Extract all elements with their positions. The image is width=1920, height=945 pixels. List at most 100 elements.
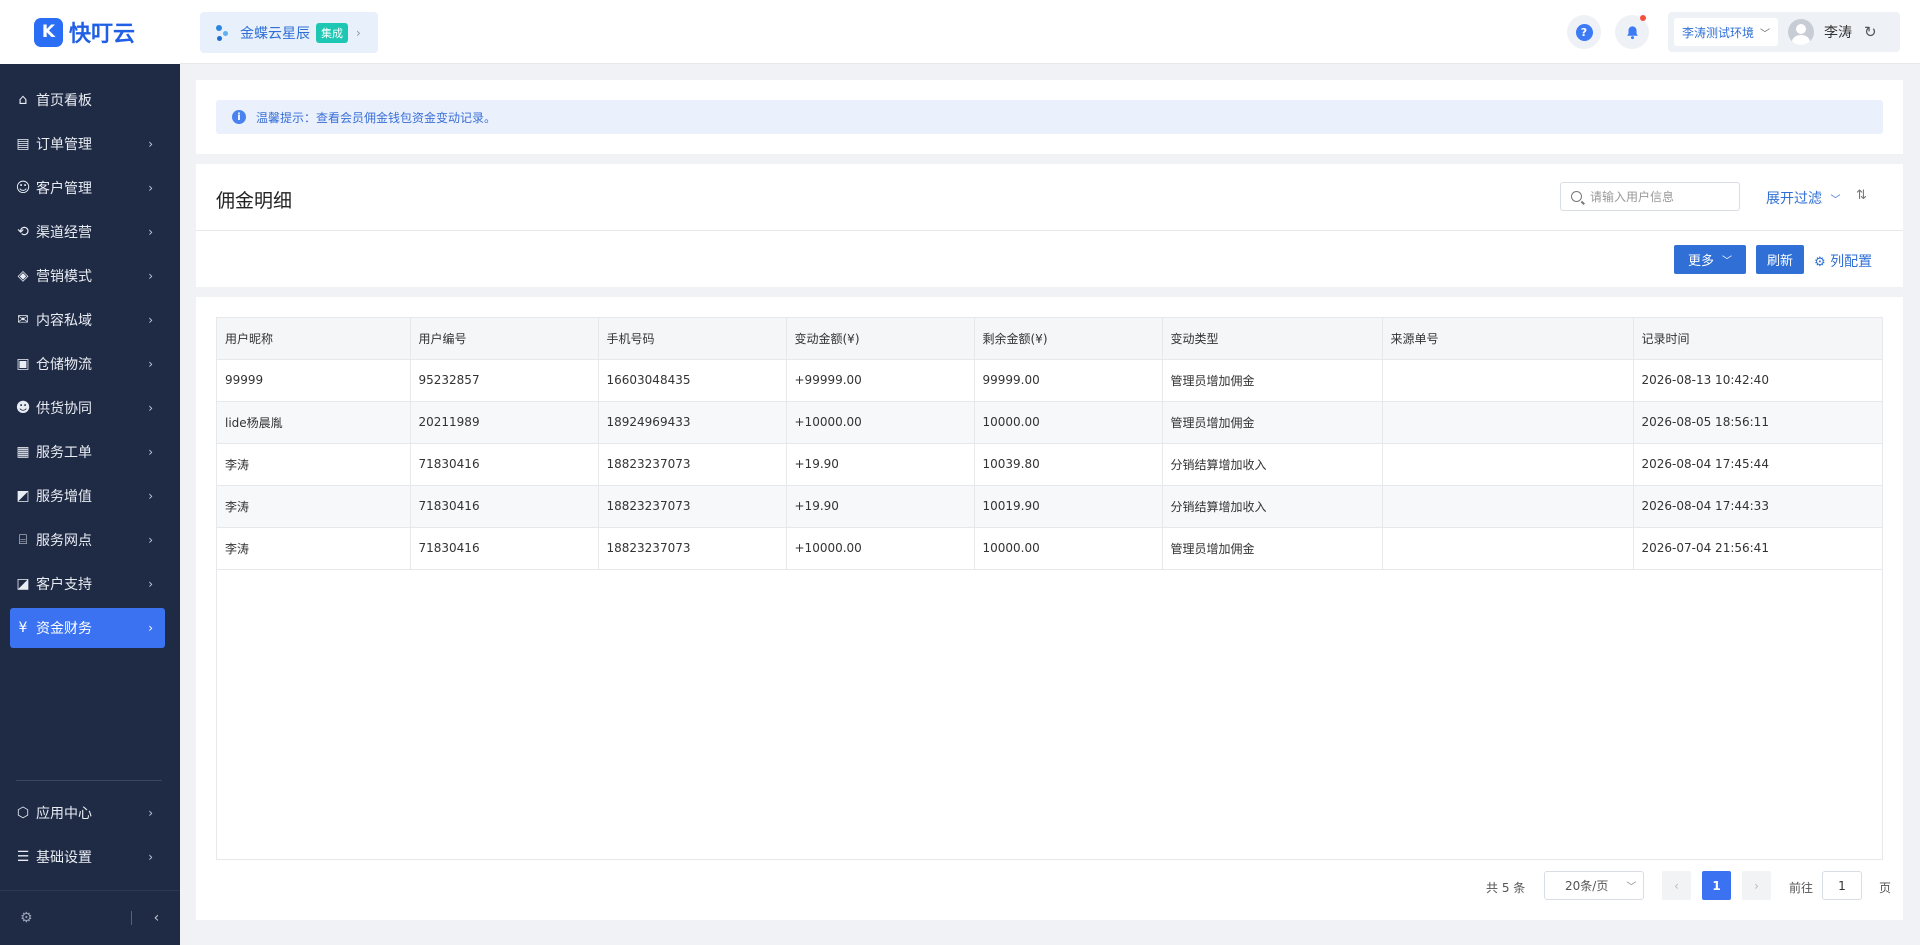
table-cell: 18823237073 [598, 443, 787, 486]
logo-text: 快叮云 [69, 22, 136, 47]
sidebar-item-5[interactable]: ◈ 营销模式 › [10, 256, 165, 296]
table-cell [1382, 485, 1634, 528]
page-number-current[interactable]: 1 [1702, 871, 1731, 900]
table-cell: 20211989 [410, 401, 599, 444]
sidebar-item-label: 服务网点 [36, 533, 92, 549]
sidebar-item-label: 营销模式 [36, 269, 92, 285]
supplier-icon: ☻ [15, 400, 31, 416]
column-header[interactable]: 变动金额(¥) [786, 318, 975, 360]
table-header-row: 用户昵称 用户编号 手机号码 变动金额(¥) 剩余金额(¥) 变动类型 来源单号 记录时间 [217, 318, 1882, 360]
next-page-button[interactable]: › [1742, 871, 1771, 900]
chevron-right-icon: › [148, 225, 153, 239]
data-table-wrapper: 用户昵称 用户编号 手机号码 变动金额(¥) 剩余金额(¥) 变动类型 来源单号 记录时间 9… [216, 317, 1883, 860]
table-cell: 2026-08-04 17:44:33 [1633, 485, 1882, 528]
table-row[interactable]: 李涛 71830416 18823237073 +19.90 10039.80 分销结算增… [217, 443, 1882, 486]
tip-banner: i 温馨提示：查看会员佣金钱包资金变动记录。 [216, 100, 1883, 134]
sidebar-item-12[interactable]: ◪ 客户支持 › [10, 564, 165, 604]
column-header[interactable]: 剩余金额(¥) [974, 318, 1163, 360]
sidebar-item-4[interactable]: ⟲ 渠道经营 › [10, 212, 165, 252]
help-button[interactable]: ? [1567, 15, 1601, 49]
table-cell [1382, 359, 1634, 402]
search-box[interactable] [1560, 182, 1740, 211]
sidebar-item-11[interactable]: ⌸ 服务网点 › [10, 520, 165, 560]
sidebar-item-13[interactable]: ¥ 资金财务 › [10, 608, 165, 648]
sidebar: K 快叮云 ⌂ 首页看板 ▤ 订单管理 › ☺ 客户管理 › ⟲ 渠道经营 › ◈ 营销模式 › ✉ 内容私域… [0, 0, 180, 945]
reload-icon[interactable]: ↻ [1864, 23, 1877, 41]
table-cell: 管理员增加佣金 [1162, 359, 1383, 402]
sidebar-item-10[interactable]: ◩ 服务增值 › [10, 476, 165, 516]
sidebar-item-1[interactable]: ⌂ 首页看板 [10, 80, 165, 120]
chevron-right-icon: › [148, 533, 153, 547]
column-config-button[interactable]: ⚙ 列配置 [1814, 251, 1872, 271]
column-header[interactable]: 记录时间 [1633, 318, 1882, 360]
table-cell: 10000.00 [974, 527, 1163, 570]
sort-icon[interactable]: ⇅ [1856, 188, 1867, 203]
prev-page-button[interactable]: ‹ [1662, 871, 1691, 900]
more-button[interactable]: 更多 ﹀ [1674, 245, 1746, 274]
bell-icon [1626, 25, 1638, 39]
refresh-button[interactable]: 刷新 [1756, 245, 1804, 274]
table-cell: +19.90 [786, 485, 975, 528]
sidebar-item-7[interactable]: ▣ 仓储物流 › [10, 344, 165, 384]
sidebar-item-label: 服务增值 [36, 489, 92, 505]
home-icon: ⌂ [18, 92, 28, 108]
table-row[interactable]: lide杨晨胤 20211989 18924969433 +10000.00 10000… [217, 401, 1882, 444]
user-name[interactable]: 李涛 [1824, 22, 1852, 42]
store-icon: ⌸ [18, 532, 28, 548]
order-icon: ▤ [16, 136, 30, 152]
table-body: 99999 95232857 16603048435 +99999.00 99999.0… [217, 359, 1882, 570]
column-header[interactable]: 来源单号 [1382, 318, 1634, 360]
table-cell: 管理员增加佣金 [1162, 401, 1383, 444]
theme-gear-icon[interactable]: ⚙ [20, 910, 33, 926]
sidebar-item-label: 资金财务 [36, 621, 92, 637]
chevron-right-icon: › [148, 850, 153, 864]
chevron-right-icon: › [148, 445, 153, 459]
ticket-icon: ▦ [16, 444, 30, 460]
chevron-right-icon: › [148, 181, 153, 195]
chevron-right-icon: › [148, 806, 153, 820]
environment-select[interactable]: 李涛测试环境 ﹀ [1674, 18, 1779, 46]
sidebar-item-8[interactable]: ☻ 供货协同 › [10, 388, 165, 428]
table-row[interactable]: 李涛 71830416 18823237073 +19.90 10019.90 分销结算增… [217, 485, 1882, 528]
sidebar-item-9[interactable]: ▦ 服务工单 › [10, 432, 165, 472]
column-header[interactable]: 变动类型 [1162, 318, 1383, 360]
table-cell: 10039.80 [974, 443, 1163, 486]
gear-icon: ⚙ [1814, 255, 1826, 270]
table-row[interactable]: 99999 95232857 16603048435 +99999.00 99999.0… [217, 359, 1882, 402]
avatar[interactable] [1788, 19, 1815, 45]
table-cell: +10000.00 [786, 401, 975, 444]
search-input[interactable] [1590, 189, 1730, 204]
sidebar-footer: ⚙ ‹ [0, 890, 180, 945]
channel-icon: ⟲ [17, 224, 29, 240]
sidebar-item-6[interactable]: ✉ 内容私域 › [10, 300, 165, 340]
sidebar-divider [16, 780, 162, 781]
chevron-right-icon: › [356, 25, 361, 40]
more-label: 更多 [1687, 254, 1714, 269]
tip-panel: i 温馨提示：查看会员佣金钱包资金变动记录。 [196, 80, 1903, 154]
page-size-select[interactable]: 20条/页 ﹀ [1544, 871, 1644, 900]
column-header[interactable]: 用户昵称 [217, 318, 411, 360]
table-cell: 10019.90 [974, 485, 1163, 528]
table-cell: 李涛 [217, 527, 411, 570]
logo[interactable]: K 快叮云 [0, 0, 180, 64]
column-header[interactable]: 用户编号 [410, 318, 599, 360]
sidebar-item-1[interactable]: ⬡ 应用中心 › [10, 793, 165, 833]
search-icon [1571, 191, 1582, 202]
sidebar-item-2[interactable]: ▤ 订单管理 › [10, 124, 165, 164]
collapse-sidebar-icon[interactable]: ‹ [154, 910, 160, 926]
sidebar-item-label: 客户支持 [36, 577, 92, 593]
table-cell: 18823237073 [598, 485, 787, 528]
column-header[interactable]: 手机号码 [598, 318, 787, 360]
integration-chip[interactable]: 金蝶云星辰 集成 › [200, 12, 378, 53]
goto-page-input[interactable] [1822, 871, 1862, 900]
chevron-right-icon: › [148, 313, 153, 327]
sidebar-item-3[interactable]: ☺ 客户管理 › [10, 168, 165, 208]
expand-filter-button[interactable]: 展开过滤 ﹀ [1766, 188, 1840, 208]
sidebar-item-label: 服务工单 [36, 445, 92, 461]
sidebar-item-2[interactable]: ☰ 基础设置 › [10, 837, 165, 877]
table-cell: +10000.00 [786, 527, 975, 570]
notification-button[interactable] [1615, 15, 1649, 49]
table-row[interactable]: 李涛 71830416 18823237073 +10000.00 10000.00 管理… [217, 527, 1882, 570]
chevron-right-icon: › [148, 577, 153, 591]
table-cell: 99999 [217, 359, 411, 402]
